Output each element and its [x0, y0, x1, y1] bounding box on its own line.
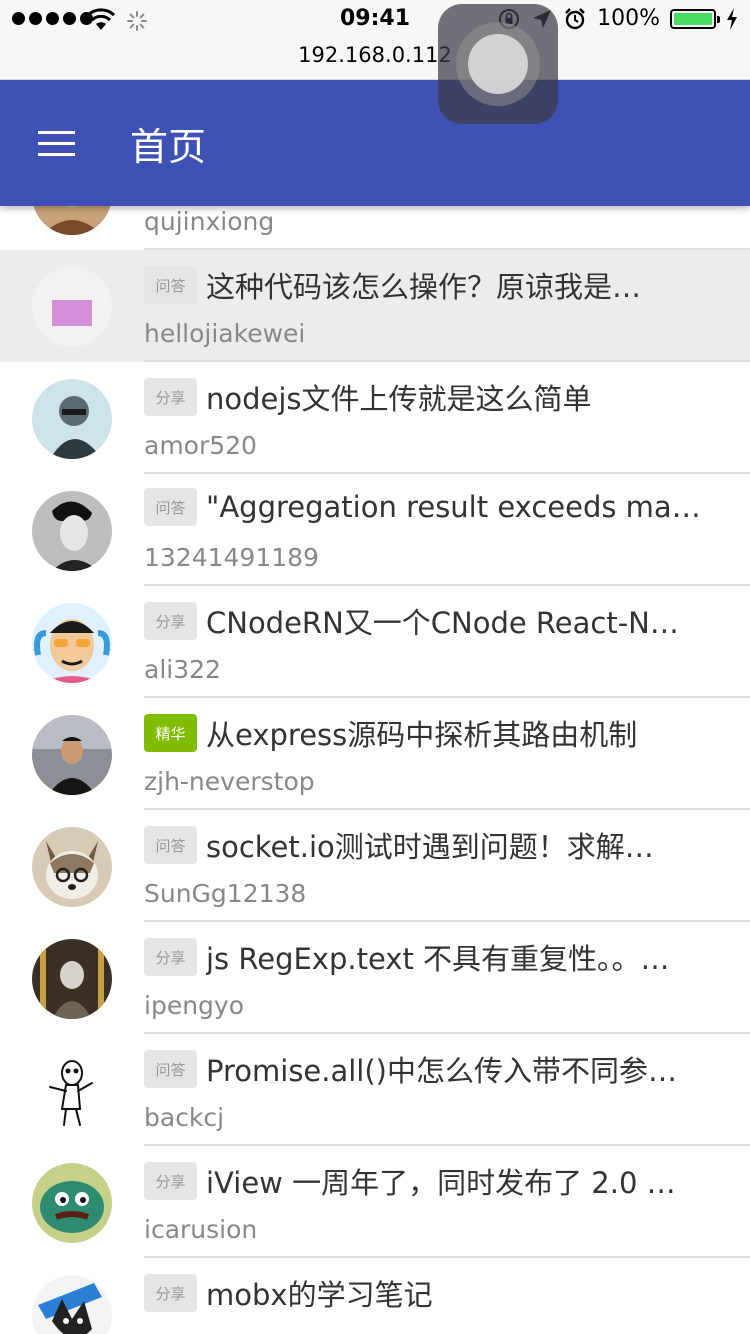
topic-title[interactable]: iView 一周年了，同时发布了 2.0 … — [206, 1160, 676, 1202]
tag-ask: 问答 — [144, 1050, 197, 1088]
topic-row[interactable]: 分享 CNodeRN又一个CNode React-N… ali322 — [0, 586, 750, 698]
page-title: 首页 — [130, 125, 207, 169]
topic-author: icarusion — [144, 1215, 258, 1244]
tag-ask: 问答 — [144, 826, 197, 864]
topic-row[interactable]: 问答 这种代码该怎么操作？原谅我是… hellojiakewei — [0, 250, 750, 362]
topic-title[interactable]: 从express源码中探析其路由机制 — [206, 712, 637, 754]
charging-icon — [727, 7, 737, 30]
topic-title[interactable]: "Aggregation result exceeds ma… — [206, 490, 701, 524]
avatar — [32, 267, 112, 347]
tag-good: 精华 — [144, 714, 197, 752]
tag-share: 分享 — [144, 1274, 197, 1312]
tag-share: 分享 — [144, 602, 197, 640]
topic-title[interactable]: 这种代码该怎么操作？原谅我是… — [206, 264, 641, 306]
topic-title[interactable]: CNodeRN又一个CNode React-N… — [206, 600, 679, 642]
topic-row[interactable]: 分享 mobx的学习笔记 — [0, 1258, 750, 1334]
topic-title[interactable]: nodejs文件上传就是这么简单 — [206, 376, 592, 418]
topic-row[interactable]: 问答 Promise.all()中怎么传入带不同参… backcj — [0, 1034, 750, 1146]
avatar — [32, 1163, 112, 1243]
assistive-touch-button[interactable] — [438, 4, 558, 124]
avatar — [32, 827, 112, 907]
avatar — [32, 379, 112, 459]
tag-share: 分享 — [144, 938, 197, 976]
avatar — [32, 1051, 112, 1131]
topic-title[interactable]: socket.io测试时遇到问题！求解… — [206, 824, 654, 866]
avatar — [32, 1275, 112, 1334]
topic-row[interactable]: 精华 从express源码中探析其路由机制 zjh-neverstop — [0, 698, 750, 810]
topic-row[interactable]: 问答 "Aggregation result exceeds ma… 13241… — [0, 474, 750, 586]
topic-author: zjh-neverstop — [144, 767, 315, 796]
topic-author: ipengyo — [144, 991, 244, 1020]
topic-author: qujinxiong — [144, 207, 275, 236]
avatar — [32, 715, 112, 795]
status-bar: 09:41 192.168.0.112 100% — [0, 0, 750, 80]
topic-author: hellojiakewei — [144, 319, 306, 348]
avatar — [32, 491, 112, 571]
topic-list: qujinxiong 问答 这种代码该怎么操作？原谅我是… hellojiake… — [0, 138, 750, 1334]
battery-icon — [670, 8, 720, 29]
tag-ask: 问答 — [144, 266, 197, 304]
avatar — [32, 603, 112, 683]
page-url: 192.168.0.112 — [298, 43, 452, 67]
topic-title[interactable]: js RegExp.text 不具有重复性。。… — [206, 936, 670, 978]
topic-row[interactable]: 分享 js RegExp.text 不具有重复性。。… ipengyo — [0, 922, 750, 1034]
topic-author: backcj — [144, 1103, 225, 1132]
tag-share: 分享 — [144, 378, 197, 416]
menu-icon[interactable] — [38, 131, 75, 157]
app-bar: 首页 — [0, 80, 750, 206]
topic-title[interactable]: mobx的学习笔记 — [206, 1272, 433, 1314]
avatar — [32, 939, 112, 1019]
topic-author: SunGg12138 — [144, 879, 307, 908]
topic-title[interactable]: Promise.all()中怎么传入带不同参… — [206, 1048, 677, 1090]
topic-row[interactable]: 分享 iView 一周年了，同时发布了 2.0 … icarusion — [0, 1146, 750, 1258]
topic-author: amor520 — [144, 431, 257, 460]
battery-percent: 100% — [597, 6, 660, 31]
topic-row[interactable]: 分享 nodejs文件上传就是这么简单 amor520 — [0, 362, 750, 474]
topic-author: ali322 — [144, 655, 221, 684]
alarm-icon — [565, 7, 585, 29]
tag-ask: 问答 — [144, 488, 197, 526]
tag-share: 分享 — [144, 1162, 197, 1200]
topic-author: 13241491189 — [144, 543, 319, 572]
topic-row[interactable]: 问答 socket.io测试时遇到问题！求解… SunGg12138 — [0, 810, 750, 922]
